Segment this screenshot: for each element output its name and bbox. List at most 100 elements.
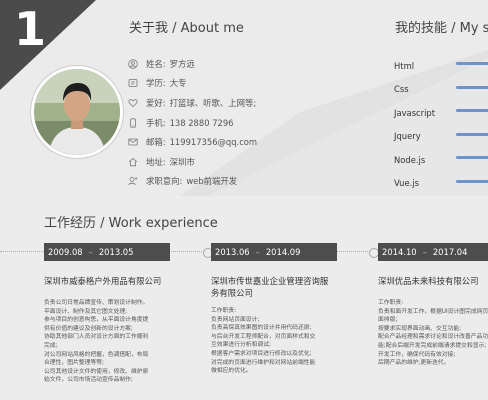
skills-title: 我的技能 / My s [395,21,488,36]
job-card-2: 2013.06 – 2014.09 深圳市传世嘉业企业管理咨询服务有限公司 工作… [211,243,371,376]
desc-line: 按要求实现界面动画、交互功能; [378,325,462,332]
info-value: 119917356@qq.com [169,137,258,148]
desc-line: 后期产品的维护,更新迭代。 [378,360,450,367]
skill-jquery: Jquery [394,125,488,149]
info-label: 求职意向: [146,176,183,187]
skill-vuejs: Vue.js [394,172,488,196]
info-value: 大专 [169,78,187,89]
job-date-range: 2009.08 – 2013.05 [44,243,170,261]
skill-css: Css [394,78,488,102]
info-value: web前端开发 [186,176,238,187]
job-end-date: 2013.05 [98,247,134,257]
job-company: 深圳市传世嘉业企业管理咨询服务有限公司 [211,276,329,298]
avatar [31,66,123,158]
skill-name: Javascript [394,107,436,118]
phone-icon [128,117,138,128]
desc-line: 开发工作，确保代码有效对接; [378,351,456,358]
desc-line: 公司其他设计文件的使用，修改、维护原 [44,368,149,375]
section-number: 1 [14,2,47,56]
job-card-3: 2014.10 – 2017.04 深圳优品未来科技有限公司 工作职责: 负责和… [378,243,488,368]
job-icon [128,176,138,186]
desc-line: 始文件，公司市场活动宣传品制作; [44,377,133,384]
skill-bar [456,179,488,183]
info-label: 爱好: [146,97,166,108]
info-row-education: 学历: 大专 [128,74,257,94]
job-start-date: 2013.06 [215,247,250,257]
desc-line: 面排版; [378,317,398,324]
desc-line: 平面设计、制作及其它图文处理; [44,308,128,315]
work-title: 工作经历 / Work experience [44,216,218,231]
info-row-name: 姓名: 罗方远 [128,54,257,74]
info-row-address: 地址: 深圳市 [128,152,257,172]
info-value: 138 2880 7296 [169,117,234,128]
desc-line: 负责高保真效果图的设计并用代码还原; [211,325,312,332]
job-company: 深圳优品未来科技有限公司 [378,276,479,286]
desc-line: 根据客户需求对项目进行修改以及优化; [211,350,312,357]
desc-line: 参与项目的创意构思，从平面设计角度提 [44,317,149,324]
skill-name: Node.js [394,154,426,165]
skill-javascript: Javascript [394,101,488,125]
skills-list: Html Css Javascript Jquery Node.js Vue.j… [394,54,488,196]
desc-line: 负责和面开发工作，根据UI设计图完成网页 [378,308,488,315]
skill-nodejs: Node.js [394,148,488,172]
desc-line: 工作职责: [378,300,404,306]
about-info-list: 姓名: 罗方远 学历: 大专 爱好: 打篮球、听歌、上网等; 手机: 138 2… [128,54,257,191]
skill-bar [456,132,488,136]
info-row-job-intent: 求职意向: web前端开发 [128,172,257,192]
about-title: 关于我 / About me [129,21,244,36]
info-label: 手机: [146,117,166,128]
skill-bar [456,62,488,65]
job-description: 负责公司日常品牌宣传、策划设计制作。 平面设计、制作及其它图文处理; 参与项目的… [44,299,156,385]
desc-line: 对完成的页面进行维护和对网站前端性能 [211,359,316,366]
job-date-range: 2013.06 – 2014.09 [211,243,337,261]
heart-icon [128,98,138,108]
desc-line: 互效果进行分析和调试; [211,342,271,349]
info-value: 罗方远 [169,58,195,69]
info-row-email: 邮箱: 119917356@qq.com [128,132,257,152]
job-start-date: 2009.08 [48,247,83,257]
home-icon [128,157,138,167]
job-start-date: 2014.10 [382,247,417,257]
date-separator: – [255,247,260,257]
skill-bar [456,85,488,89]
skill-name: Jquery [394,131,421,142]
job-card-1: 2009.08 – 2013.05 深圳市威泰格户外用品有限公司 负责公司日常品… [44,243,204,385]
skill-html: Html [394,54,488,78]
info-label: 邮箱: [146,137,166,148]
mail-icon [128,137,138,147]
desc-line: 与后台开发工程师配合，对页面样式和交 [211,333,316,340]
desc-line: 负责公司日常品牌宣传、策划设计制作。 [44,300,149,306]
skill-name: Html [394,60,415,71]
user-icon [128,59,138,69]
job-end-date: 2017.04 [432,247,468,257]
job-date-range: 2014.10 – 2017.04 [378,243,488,261]
education-icon [128,78,138,88]
info-label: 姓名: [146,58,166,69]
skill-bar [456,156,488,159]
desc-line: 负责网站页面设计; [211,316,260,323]
date-separator: – [88,247,93,257]
desc-line: 对公司网站风格的把握，色调搭配，布局 [44,351,149,358]
desc-line: 合理性，图片整理等等; [44,360,104,367]
desc-line: 配合产品经理和需求讨论和设计改善产品功 [378,334,488,341]
desc-line: 工作职责: [211,308,237,314]
desc-line: 完成; [44,342,58,349]
info-label: 学历: [146,78,166,89]
info-row-hobby: 爱好: 打篮球、听歌、上网等; [128,93,257,113]
info-label: 地址: [146,156,166,167]
skill-name: Css [394,84,409,95]
info-value: 深圳市 [169,156,195,167]
job-company: 深圳市威泰格户外用品有限公司 [44,276,162,286]
desc-line: 做相应的优化。 [211,368,252,375]
desc-line: 能;配合后端开发完成前端请求提交和显示; [378,342,487,349]
info-value: 打篮球、听歌、上网等; [169,97,257,108]
date-separator: – [422,247,427,257]
job-end-date: 2014.09 [265,247,301,257]
skill-name: Vue.js [394,178,419,189]
desc-line: 协助其他部门人员对设计方面的工作顺利 [44,334,149,341]
job-description: 工作职责: 负责和面开发工作，根据UI设计图完成网页 面排版; 按要求实现界面动… [378,299,488,368]
skill-bar [456,109,488,112]
avatar-photo [34,69,120,155]
job-description: 工作职责: 负责网站页面设计; 负责高保真效果图的设计并用代码还原; 与后台开发… [211,307,323,376]
desc-line: 供有价值的建议及创新的设计方案; [44,325,133,332]
